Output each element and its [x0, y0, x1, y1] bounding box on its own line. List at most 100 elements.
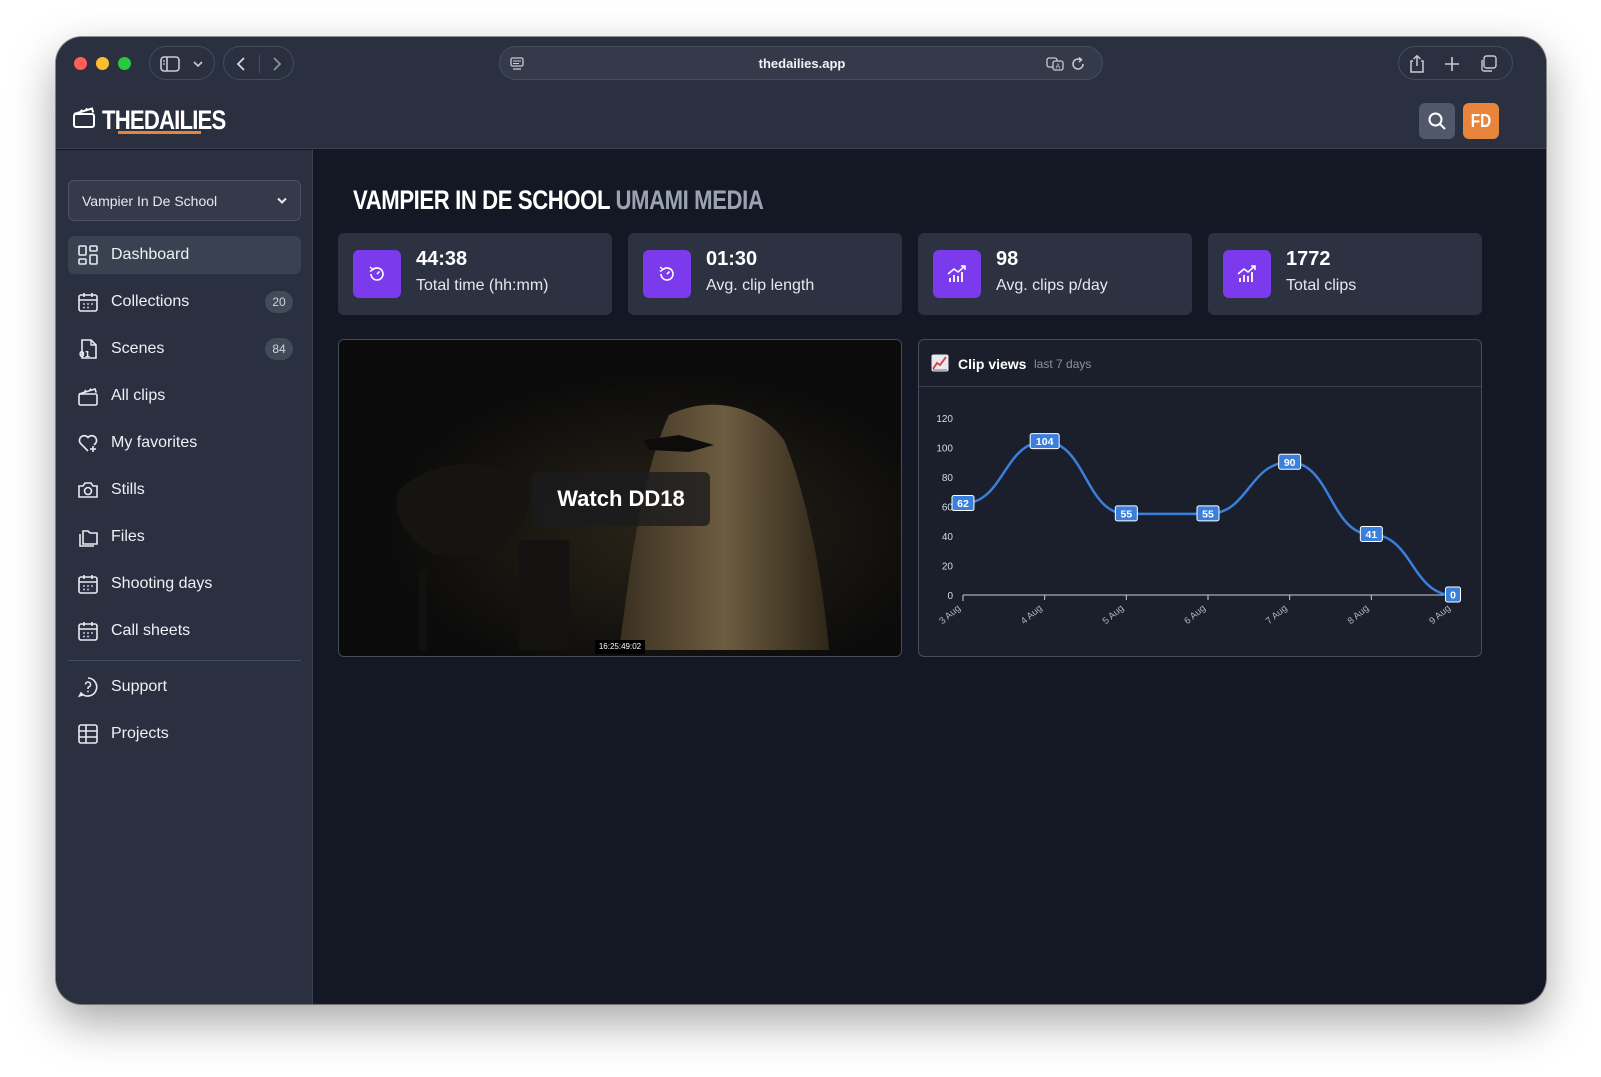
chart-title: Clip views	[958, 356, 1027, 372]
project-title: VAMPIER IN DE SCHOOL	[353, 185, 610, 215]
stat-value: 1772	[1286, 248, 1331, 270]
chart-up-icon	[1223, 250, 1271, 298]
svg-text:A: A	[1056, 63, 1061, 71]
avatar-initials: FD	[1470, 111, 1492, 131]
data-label: 62	[957, 498, 969, 510]
count-badge: 84	[265, 338, 293, 360]
browser-toolbar: thedailies.app A	[56, 37, 1546, 89]
sidebar: Vampier In De School Dashboard Collectio…	[56, 150, 313, 1004]
chart-up-icon	[933, 250, 981, 298]
y-tick-label: 20	[942, 562, 954, 573]
url-text[interactable]: thedailies.app	[500, 47, 1104, 81]
data-label: 55	[1202, 508, 1214, 520]
company-title: UMAMI MEDIA	[615, 185, 764, 215]
chevron-down-icon	[277, 197, 287, 204]
camera-icon	[78, 482, 98, 498]
clapperboard-icon	[78, 388, 98, 406]
translate-icon[interactable]: A	[1046, 57, 1064, 71]
address-bar[interactable]: thedailies.app A	[499, 46, 1103, 80]
sidebar-item-all-clips[interactable]: All clips	[68, 377, 301, 415]
back-arrow-icon[interactable]	[234, 56, 248, 72]
search-icon	[1428, 112, 1446, 130]
sidebar-item-projects[interactable]: Projects	[68, 715, 301, 753]
heart-icon	[78, 434, 98, 452]
count-badge: 20	[265, 291, 293, 313]
app-header: THEDAILIES	[56, 89, 1546, 149]
stat-value: 01:30	[706, 248, 758, 270]
timer-icon	[643, 250, 691, 298]
dashboard-icon	[78, 245, 98, 265]
x-tick-label: 8 Aug	[1346, 603, 1372, 627]
sidebar-item-support[interactable]: Support	[68, 668, 301, 706]
x-tick-label: 3 Aug	[937, 603, 963, 627]
sidebar-divider	[68, 660, 301, 661]
sidebar-item-dashboard[interactable]: Dashboard	[68, 236, 301, 274]
zoom-window-button[interactable]	[118, 57, 131, 70]
close-window-button[interactable]	[74, 57, 87, 70]
share-icon[interactable]	[1408, 54, 1426, 74]
y-tick-label: 100	[936, 444, 953, 455]
chart-header: Clip views last 7 days	[919, 340, 1481, 387]
sidebar-item-label: Collections	[111, 293, 190, 310]
user-avatar[interactable]: FD	[1463, 103, 1499, 139]
sidebar-item-stills[interactable]: Stills	[68, 471, 301, 509]
search-button[interactable]	[1419, 103, 1455, 139]
x-tick-label: 6 Aug	[1182, 603, 1208, 627]
stat-value: 44:38	[416, 248, 468, 270]
data-label: 0	[1450, 590, 1456, 602]
reload-icon[interactable]	[1070, 56, 1086, 72]
sidebar-item-files[interactable]: Files	[68, 518, 301, 556]
stat-label: Total time (hh:mm)	[416, 277, 549, 294]
x-tick-label: 7 Aug	[1264, 603, 1290, 627]
sidebar-item-label: Files	[111, 528, 145, 545]
forward-arrow-icon[interactable]	[270, 56, 284, 72]
video-preview[interactable]: Watch DD18 16:25:49:02	[338, 339, 902, 657]
logo-underline	[118, 131, 201, 134]
help-icon	[77, 677, 98, 698]
stat-card-total-clips: 1772 Total clips	[1208, 233, 1482, 315]
files-icon	[79, 530, 98, 547]
data-label: 90	[1284, 457, 1296, 469]
y-tick-label: 40	[942, 532, 954, 543]
sidebar-item-call-sheets[interactable]: Call sheets	[68, 612, 301, 650]
stat-value: 98	[996, 248, 1019, 270]
minimize-window-button[interactable]	[96, 57, 109, 70]
history-nav-group	[223, 46, 294, 80]
x-tick-label: 5 Aug	[1101, 603, 1127, 627]
chevron-down-icon[interactable]	[192, 59, 204, 69]
calendar-icon	[78, 622, 98, 641]
clip-views-chart: 0204060801001203 Aug 4 Aug 5 Aug 6 Aug 7 Aug…	[936, 414, 1461, 627]
tab-overview-icon[interactable]	[1479, 55, 1497, 73]
sidebar-item-label: All clips	[111, 387, 166, 404]
window-actions-group	[1398, 46, 1513, 80]
x-tick-label: 9 Aug	[1427, 603, 1453, 627]
calendar-icon	[78, 575, 98, 594]
sidebar-item-label: My favorites	[111, 434, 198, 451]
project-select-value: Vampier In De School	[82, 193, 218, 209]
stat-label: Avg. clip length	[706, 277, 815, 294]
sidebar-item-collections[interactable]: Collections 20	[68, 283, 301, 321]
sidebar-item-shooting-days[interactable]: Shooting days	[68, 565, 301, 603]
sidebar-toggle-group[interactable]	[149, 46, 215, 80]
sidebar-item-my-favorites[interactable]: My favorites	[68, 424, 301, 462]
y-tick-label: 80	[942, 473, 954, 484]
stat-card-avg-clip-length: 01:30 Avg. clip length	[628, 233, 902, 315]
sidebar-item-scenes[interactable]: 01 Scenes 84	[68, 330, 301, 368]
stat-card-total-time: 44:38 Total time (hh:mm)	[338, 233, 612, 315]
watch-button[interactable]: Watch DD18	[532, 472, 710, 526]
sidebar-item-label: Call sheets	[111, 622, 191, 639]
sidebar-toggle-icon[interactable]	[160, 55, 180, 73]
data-label: 41	[1365, 529, 1377, 541]
chart-up-icon	[931, 354, 949, 372]
clapperboard-logo-icon	[73, 107, 95, 128]
calendar-icon	[78, 293, 98, 312]
sidebar-item-label: Shooting days	[111, 575, 213, 592]
page-title: VAMPIER IN DE SCHOOL UMAMI MEDIA	[353, 185, 764, 216]
new-tab-icon[interactable]	[1444, 56, 1460, 72]
scene-icon: 01	[79, 339, 97, 359]
sidebar-item-label: Dashboard	[111, 246, 190, 263]
project-select[interactable]: Vampier In De School	[68, 180, 301, 221]
data-label: 55	[1120, 508, 1132, 520]
stat-card-avg-clips-per-day: 98 Avg. clips p/day	[918, 233, 1192, 315]
sidebar-item-label: Projects	[111, 725, 169, 742]
